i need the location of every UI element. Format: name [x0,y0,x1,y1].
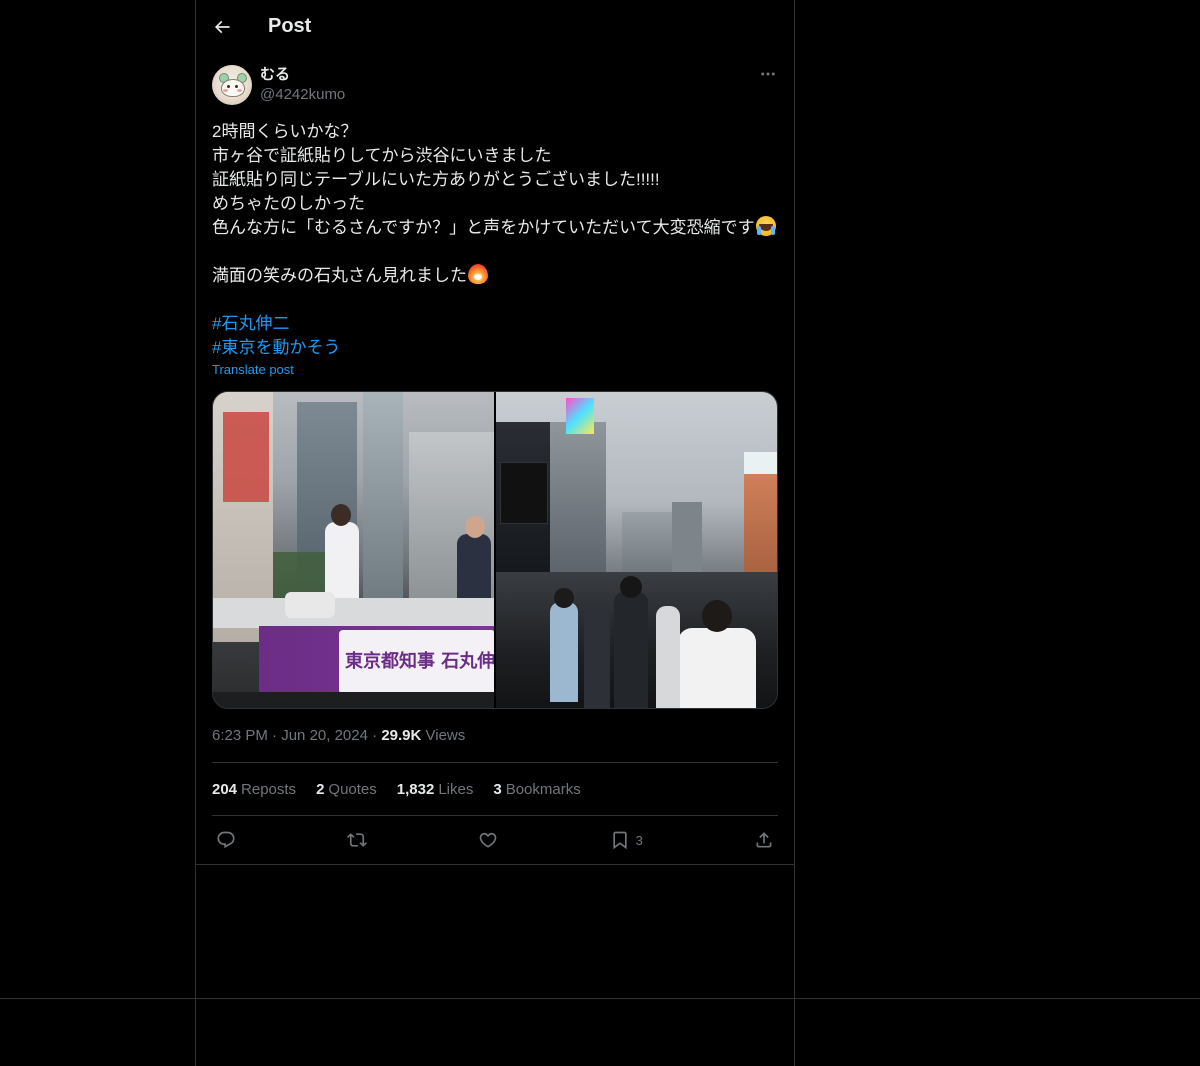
views-label: Views [425,727,466,744]
translate-post-link[interactable]: Translate post [212,362,294,378]
arrow-left-icon [214,20,230,33]
reply-icon [217,831,235,849]
repost-button[interactable] [347,830,368,850]
repost-icon [347,833,368,847]
avatar[interactable] [212,65,252,105]
post-time[interactable]: 6:23 PM [212,727,268,744]
post-text-segment: 満面の笑みの石丸さん見れました [212,266,467,285]
reposts-label: Reposts [241,780,297,798]
share-button[interactable] [754,830,774,850]
likes-stat[interactable]: 1,832 Likes [397,781,474,798]
post-text: 2時間くらいかな？ 市ヶ谷で証紙貼りしてから渋谷にいきました 証紙貼り同じテーブ… [212,120,778,360]
heart-icon [480,832,497,848]
post-text-line-with-emoji: 色んな方に「むるさんですか？」と声をかけていただいて大変恐縮です [212,216,778,240]
more-options-button[interactable] [758,64,778,84]
reposts-stat[interactable]: 204 Reposts [212,781,296,798]
primary-column: Post むる @4242kumo 2時間くらいかな？ 市ヶ谷で証紙貼りしてから… [195,0,795,1066]
bookmark-button[interactable]: 3 [610,830,643,850]
post-text-line: めちゃたのしかった [212,194,365,213]
author-handle[interactable]: @4242kumo [260,85,345,105]
reply-button[interactable] [216,830,236,850]
likes-count: 1,832 [396,780,435,798]
post-text-line: 証紙貼り同じテーブルにいた方ありがとうございました!!!!! [212,170,660,189]
page: Post むる @4242kumo 2時間くらいかな？ 市ヶ谷で証紙貼りしてから… [0,0,1200,1066]
reposts-count: 204 [212,780,238,798]
photo-shibuya-crowd[interactable] [496,392,777,708]
bookmark-count: 3 [635,832,643,848]
hashtag-link[interactable]: #東京を動かそう [212,336,340,360]
post: むる @4242kumo 2時間くらいかな？ 市ヶ谷で証紙貼りしてから渋谷にいき… [212,64,778,864]
meta-separator: · [272,727,282,744]
back-button[interactable] [204,9,240,45]
views-count: 29.9K [381,727,422,744]
crying-face-emoji-icon [755,216,776,236]
bookmarks-stat[interactable]: 3 Bookmarks [493,781,580,798]
post-actions: 3 [212,816,778,864]
bookmarks-count: 3 [493,780,502,798]
post-media: 東京都知事 石丸伸二 [212,391,778,709]
post-timestamp: 6:23 PM · Jun 20, 2024 · 29.9K Views [212,726,778,746]
photo-campaign-truck[interactable]: 東京都知事 石丸伸二 [213,392,494,708]
signboard-text: 東京都知事 石丸伸二 [345,651,494,672]
post-header: Post [196,0,794,53]
more-horizontal-icon [761,72,775,76]
quotes-stat[interactable]: 2 Quotes [316,781,377,798]
post-text-line-with-emoji: 満面の笑みの石丸さん見れました [212,264,778,288]
author-display-name[interactable]: むる [260,65,345,85]
post-text-line: 市ヶ谷で証紙貼りしてから渋谷にいきました [212,146,552,165]
post-date[interactable]: Jun 20, 2024 [281,727,368,744]
meta-separator: · [372,727,382,744]
share-icon [756,832,772,848]
engagement-stats: 204 Reposts 2 Quotes 1,832 Likes 3 Bookmarks [212,763,778,815]
author-row: むる @4242kumo [212,64,778,108]
post-text-line: 2時間くらいかな？ [212,122,358,141]
bookmark-icon [612,831,627,850]
page-title: Post [268,15,312,37]
like-button[interactable] [478,830,498,850]
divider [196,864,794,865]
bookmarks-label: Bookmarks [505,780,581,798]
fire-emoji-icon [468,264,488,284]
quotes-count: 2 [316,780,325,798]
post-text-segment: 色んな方に「むるさんですか？」と声をかけていただいて大変恐縮です [212,218,755,237]
likes-label: Likes [438,780,474,798]
quotes-label: Quotes [328,780,377,798]
hashtag-link[interactable]: #石丸伸二 [212,312,289,336]
author-info: むる @4242kumo [260,64,345,105]
